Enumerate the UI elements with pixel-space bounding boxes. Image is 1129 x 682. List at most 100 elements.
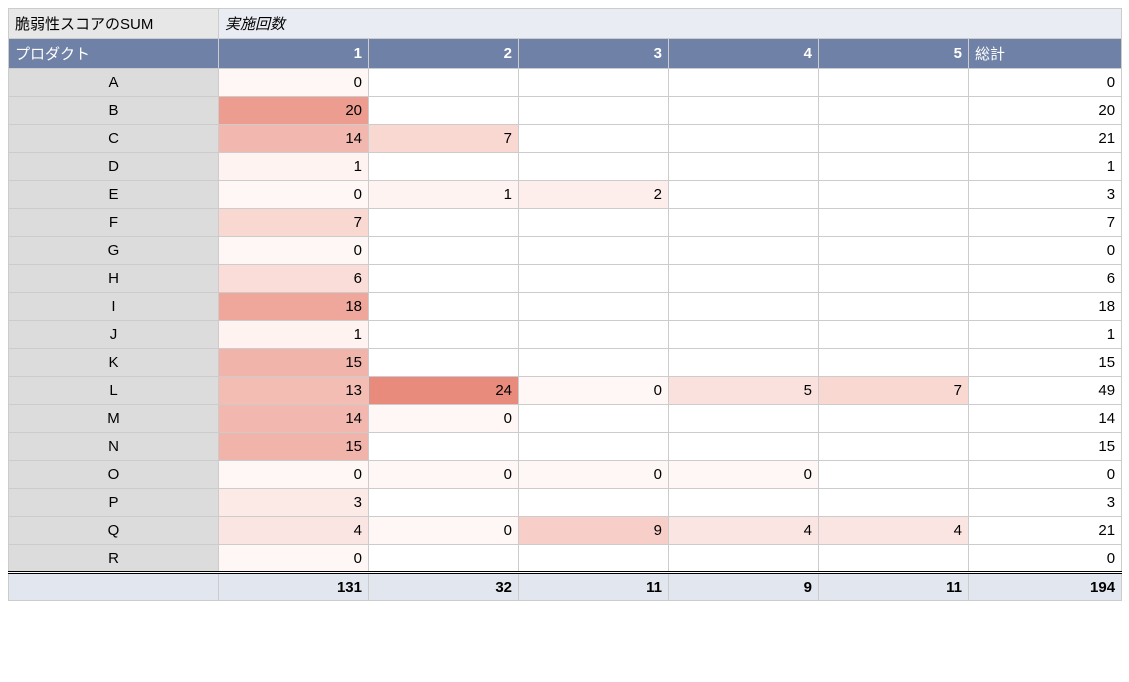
data-cell[interactable] — [819, 153, 969, 181]
data-cell[interactable]: 0 — [669, 461, 819, 489]
data-cell[interactable] — [369, 433, 519, 461]
data-cell[interactable] — [519, 209, 669, 237]
data-cell[interactable] — [669, 433, 819, 461]
data-cell[interactable] — [369, 265, 519, 293]
row-header[interactable]: I — [9, 293, 219, 321]
data-cell[interactable] — [819, 489, 969, 517]
data-cell[interactable]: 9 — [519, 517, 669, 545]
col-header-1[interactable]: 1 — [219, 39, 369, 69]
row-header[interactable]: M — [9, 405, 219, 433]
data-cell[interactable] — [519, 321, 669, 349]
data-cell[interactable] — [669, 321, 819, 349]
data-cell[interactable] — [819, 97, 969, 125]
row-header[interactable]: C — [9, 125, 219, 153]
data-cell[interactable] — [369, 489, 519, 517]
data-cell[interactable] — [669, 97, 819, 125]
data-cell[interactable] — [369, 349, 519, 377]
data-cell[interactable]: 0 — [519, 377, 669, 405]
data-cell[interactable] — [669, 349, 819, 377]
data-cell[interactable] — [369, 209, 519, 237]
data-cell[interactable] — [519, 237, 669, 265]
data-cell[interactable]: 0 — [219, 69, 369, 97]
data-cell[interactable]: 7 — [369, 125, 519, 153]
data-cell[interactable] — [669, 153, 819, 181]
data-cell[interactable]: 20 — [219, 97, 369, 125]
data-cell[interactable] — [369, 97, 519, 125]
data-cell[interactable]: 0 — [219, 237, 369, 265]
data-cell[interactable] — [819, 461, 969, 489]
data-cell[interactable]: 0 — [219, 545, 369, 573]
row-header[interactable]: P — [9, 489, 219, 517]
row-header[interactable]: B — [9, 97, 219, 125]
data-cell[interactable] — [519, 489, 669, 517]
data-cell[interactable] — [819, 209, 969, 237]
data-cell[interactable] — [669, 265, 819, 293]
data-cell[interactable] — [819, 265, 969, 293]
data-cell[interactable] — [519, 349, 669, 377]
row-header[interactable]: N — [9, 433, 219, 461]
data-cell[interactable]: 3 — [219, 489, 369, 517]
data-cell[interactable]: 4 — [669, 517, 819, 545]
row-header[interactable]: A — [9, 69, 219, 97]
data-cell[interactable]: 0 — [369, 517, 519, 545]
data-cell[interactable] — [669, 405, 819, 433]
row-header[interactable]: K — [9, 349, 219, 377]
data-cell[interactable] — [669, 209, 819, 237]
data-cell[interactable]: 15 — [219, 349, 369, 377]
data-cell[interactable] — [669, 181, 819, 209]
col-header-4[interactable]: 4 — [669, 39, 819, 69]
data-cell[interactable]: 1 — [219, 153, 369, 181]
data-cell[interactable]: 14 — [219, 405, 369, 433]
data-cell[interactable]: 4 — [219, 517, 369, 545]
data-cell[interactable] — [519, 97, 669, 125]
data-cell[interactable] — [669, 237, 819, 265]
row-header[interactable]: E — [9, 181, 219, 209]
data-cell[interactable] — [669, 489, 819, 517]
row-header[interactable]: G — [9, 237, 219, 265]
data-cell[interactable] — [819, 321, 969, 349]
data-cell[interactable] — [669, 545, 819, 573]
col-header-3[interactable]: 3 — [519, 39, 669, 69]
data-cell[interactable]: 0 — [369, 405, 519, 433]
data-cell[interactable]: 13 — [219, 377, 369, 405]
data-cell[interactable]: 14 — [219, 125, 369, 153]
data-cell[interactable] — [819, 69, 969, 97]
data-cell[interactable] — [819, 181, 969, 209]
col-header-5[interactable]: 5 — [819, 39, 969, 69]
row-header[interactable]: H — [9, 265, 219, 293]
data-cell[interactable]: 4 — [819, 517, 969, 545]
data-cell[interactable] — [369, 153, 519, 181]
data-cell[interactable] — [819, 349, 969, 377]
data-cell[interactable] — [669, 69, 819, 97]
data-cell[interactable]: 18 — [219, 293, 369, 321]
data-cell[interactable] — [669, 293, 819, 321]
data-cell[interactable]: 1 — [219, 321, 369, 349]
col-header-2[interactable]: 2 — [369, 39, 519, 69]
data-cell[interactable]: 0 — [519, 461, 669, 489]
data-cell[interactable] — [369, 69, 519, 97]
row-header[interactable]: D — [9, 153, 219, 181]
data-cell[interactable] — [819, 293, 969, 321]
row-header[interactable]: O — [9, 461, 219, 489]
data-cell[interactable]: 15 — [219, 433, 369, 461]
data-cell[interactable] — [369, 293, 519, 321]
data-cell[interactable] — [519, 265, 669, 293]
data-cell[interactable]: 1 — [369, 181, 519, 209]
data-cell[interactable]: 7 — [219, 209, 369, 237]
row-header[interactable]: J — [9, 321, 219, 349]
data-cell[interactable]: 6 — [219, 265, 369, 293]
data-cell[interactable] — [669, 125, 819, 153]
data-cell[interactable] — [819, 125, 969, 153]
row-header[interactable]: R — [9, 545, 219, 573]
data-cell[interactable] — [519, 69, 669, 97]
data-cell[interactable]: 24 — [369, 377, 519, 405]
data-cell[interactable] — [819, 433, 969, 461]
data-cell[interactable] — [519, 153, 669, 181]
data-cell[interactable] — [519, 125, 669, 153]
data-cell[interactable] — [819, 237, 969, 265]
data-cell[interactable] — [819, 405, 969, 433]
data-cell[interactable] — [369, 321, 519, 349]
data-cell[interactable]: 7 — [819, 377, 969, 405]
row-header[interactable]: L — [9, 377, 219, 405]
data-cell[interactable]: 2 — [519, 181, 669, 209]
